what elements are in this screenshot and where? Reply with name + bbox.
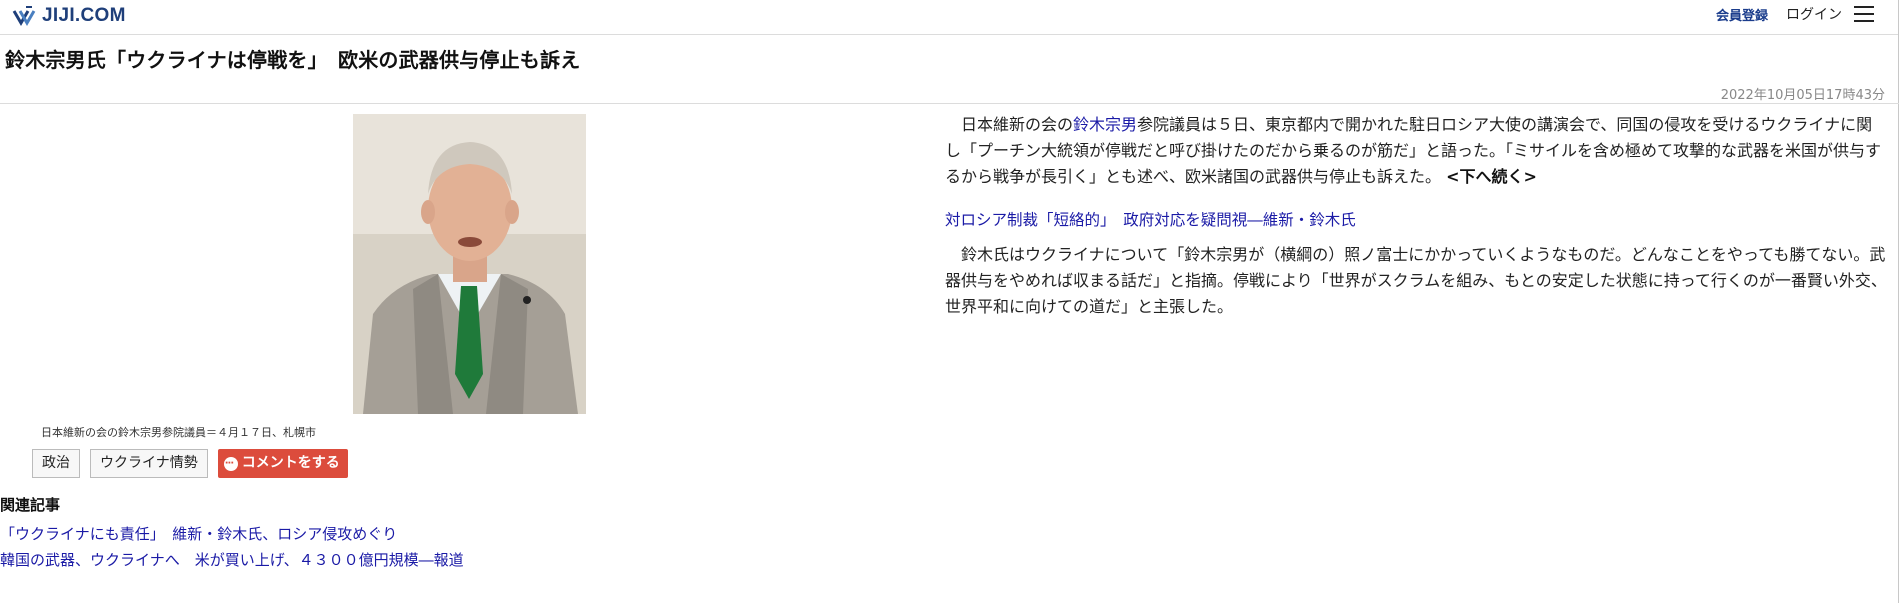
member-register-link[interactable]: 会員登録 <box>1716 5 1768 24</box>
para1-text-before: 日本維新の会の <box>961 115 1074 134</box>
comment-button-label: コメントをする <box>241 455 340 471</box>
login-link[interactable]: ログイン <box>1786 4 1842 24</box>
comment-button[interactable]: コメントをする <box>217 449 348 478</box>
related-articles-heading: 関連記事 <box>0 496 61 514</box>
article-body: 日本維新の会の鈴木宗男参院議員は５日、東京都内で開かれた駐日ロシア大使の講演会で… <box>945 112 1887 320</box>
photo-caption: 日本維新の会の鈴木宗男参院議員＝４月１７日、札幌市 <box>41 426 316 439</box>
related-article-link[interactable]: 韓国の武器、ウクライナへ 米が買い上げ、４３００億円規模―報道 <box>0 547 464 573</box>
article-paragraph-1: 日本維新の会の鈴木宗男参院議員は５日、東京都内で開かれた駐日ロシア大使の講演会で… <box>945 112 1887 190</box>
tag-politics[interactable]: 政治 <box>32 449 80 478</box>
logo-text: JIJI.COM <box>42 5 126 26</box>
article-paragraph-2: 鈴木氏はウクライナについて「鈴木宗男が（横綱の）照ノ富士にかかっていくようなもの… <box>945 245 1887 316</box>
tag-bar: 政治 ウクライナ情勢 コメントをする <box>32 449 348 478</box>
title-divider <box>0 103 1899 104</box>
site-header: JIJI.COM 会員登録 ログイン <box>0 0 1899 34</box>
header-divider <box>0 34 1899 35</box>
inline-related-link[interactable]: 対ロシア制裁「短絡的」 政府対応を疑問視―維新・鈴木氏 <box>945 208 1887 230</box>
jiji-logo-icon <box>12 6 36 26</box>
related-article-link[interactable]: 「ウクライナにも責任」 維新・鈴木氏、ロシア侵攻めぐり <box>0 521 464 547</box>
header-nav: 会員登録 ログイン <box>1716 0 1899 28</box>
inline-person-link[interactable]: 鈴木宗男 <box>1073 115 1137 134</box>
hamburger-menu-icon[interactable] <box>1854 6 1874 22</box>
article-title: 鈴木宗男氏「ウクライナは停戦を」 欧米の武器供与停止も訴え <box>5 48 581 72</box>
site-logo[interactable]: JIJI.COM <box>12 2 126 30</box>
continue-below-link[interactable]: <下へ続く> <box>1446 167 1537 186</box>
portrait-illustration <box>353 114 586 414</box>
comment-icon <box>223 449 238 478</box>
article-photo[interactable] <box>353 114 586 414</box>
related-articles-list: 「ウクライナにも責任」 維新・鈴木氏、ロシア侵攻めぐり 韓国の武器、ウクライナへ… <box>0 521 464 573</box>
article-date: 2022年10月05日17時43分 <box>1720 88 1885 103</box>
tag-ukraine[interactable]: ウクライナ情勢 <box>90 449 208 478</box>
